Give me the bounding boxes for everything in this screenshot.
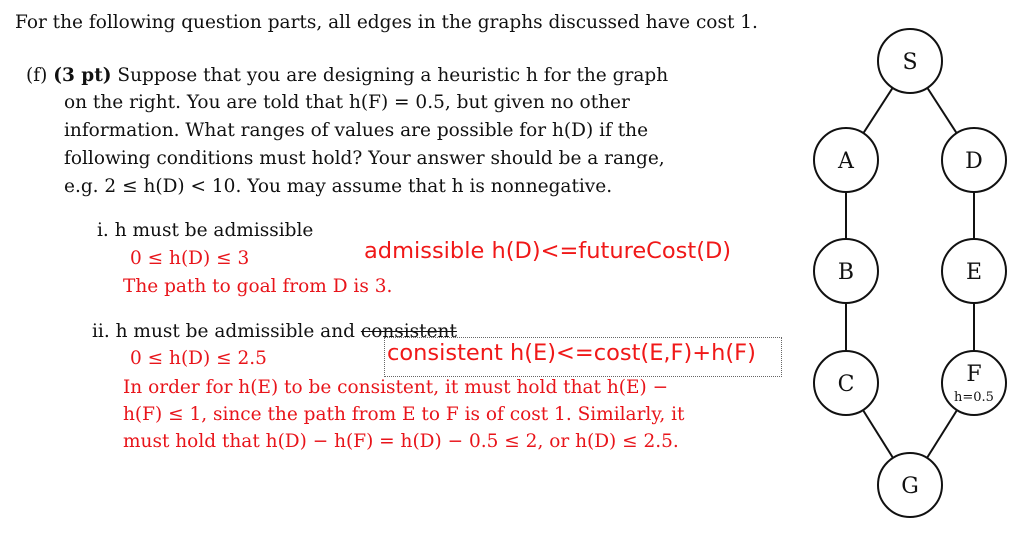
question-line-2: information. What ranges of values are p…: [64, 120, 649, 141]
question-number: (f): [26, 65, 48, 86]
part-ii-explanation-2: must hold that h(D) − h(F) = h(D) − 0.5 …: [123, 431, 679, 452]
part-i-explanation: The path to goal from D is 3.: [123, 276, 393, 297]
part-i-text: h must be admissible: [114, 220, 314, 241]
part-ii-label: ii.: [92, 321, 110, 342]
question-label: (f) (3 pt) Suppose that you are designin…: [26, 65, 668, 86]
node-note-F: h=0.5: [954, 390, 994, 405]
edge-F-G: [926, 409, 958, 459]
part-ii-answer: 0 ≤ h(D) ≤ 2.5: [130, 348, 267, 369]
part-i-answer: 0 ≤ h(D) ≤ 3: [130, 248, 250, 269]
node-label-C: C: [838, 372, 855, 397]
part-ii-text: h must be admissible and: [115, 321, 355, 342]
edge-S-A: [862, 87, 894, 134]
graph-diagram: S A D B E C Fh=0.5 G: [813, 28, 1007, 518]
node-label-F: F: [966, 362, 981, 387]
intro-text: For the following question parts, all ed…: [15, 12, 758, 33]
part-ii-explanation-1: h(F) ≤ 1, since the path from E to F is …: [123, 404, 685, 425]
graph-nodes: S A D B E C Fh=0.5 G: [813, 28, 1007, 518]
part-i-label: i.: [97, 220, 109, 241]
admissible-annotation: admissible h(D)<=futureCost(D): [364, 238, 732, 264]
question-line-1: on the right. You are told that h(F) = 0…: [64, 92, 630, 113]
node-label-E: E: [966, 260, 982, 285]
edge-C-G: [862, 409, 894, 459]
part-ii-explanation-0: In order for h(E) to be consistent, it m…: [123, 377, 669, 398]
edge-S-D: [926, 87, 958, 134]
node-label-G: G: [901, 474, 919, 499]
part-i-prompt: i. h must be admissible: [97, 220, 313, 241]
question-line-4: e.g. 2 ≤ h(D) < 10. You may assume that …: [64, 176, 613, 197]
node-label-D: D: [965, 149, 983, 174]
node-label-S: S: [902, 50, 917, 75]
question-points: (3 pt): [53, 65, 112, 86]
question-line-3: following conditions must hold? Your ans…: [64, 148, 665, 169]
node-label-B: B: [838, 260, 854, 285]
node-label-A: A: [837, 149, 855, 174]
question-line-0: Suppose that you are designing a heurist…: [117, 65, 669, 86]
consistent-annotation: consistent h(E)<=cost(E,F)+h(F): [387, 340, 756, 366]
